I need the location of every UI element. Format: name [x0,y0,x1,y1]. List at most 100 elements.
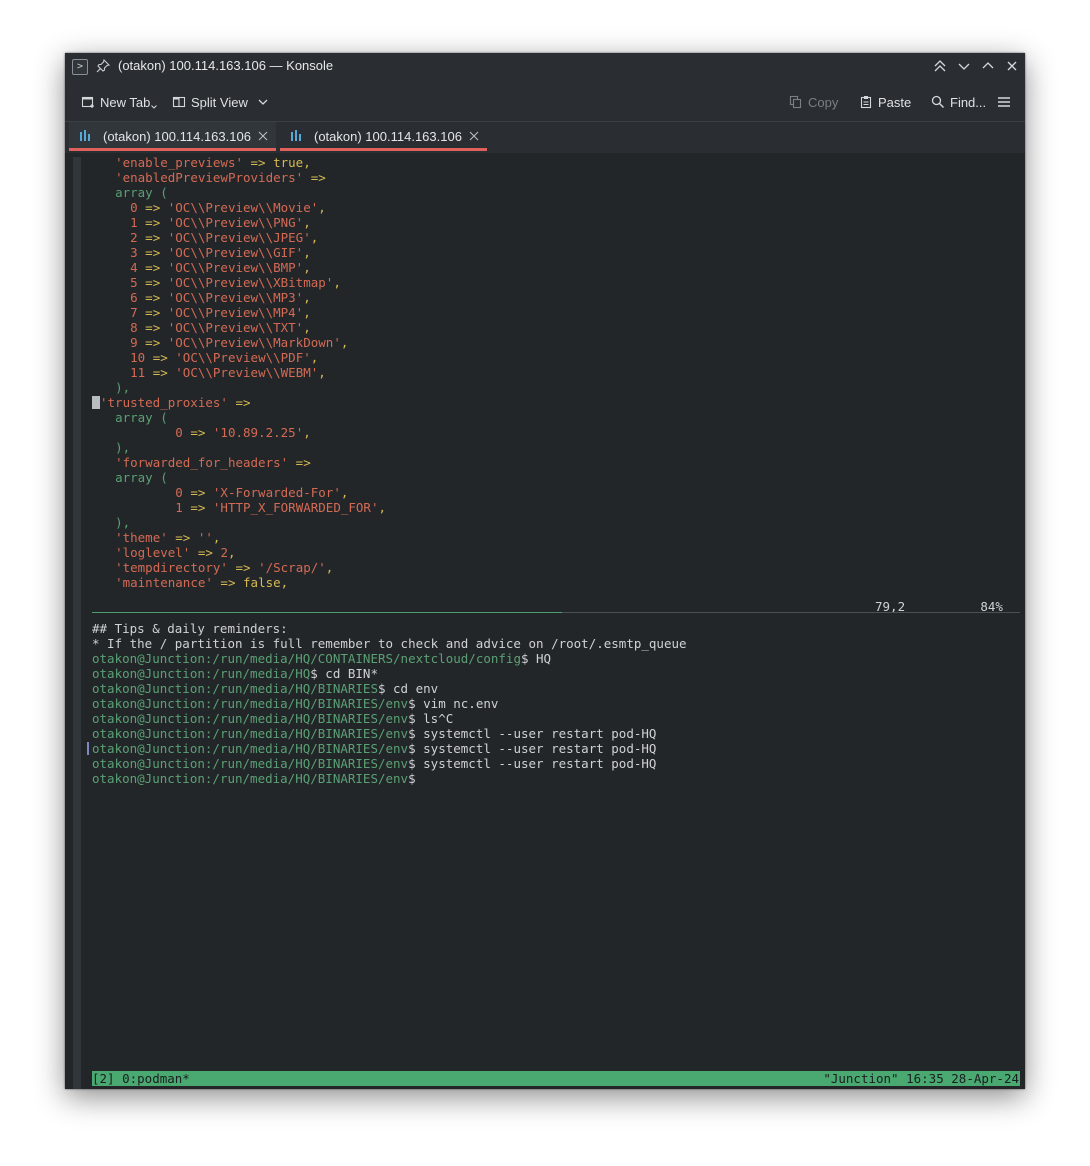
vim-token: 'maintenance' [115,575,213,590]
shell-command-line: otakon@Junction:/run/media/HQ/BINARIES/e… [92,741,656,756]
tab-bar: (otakon) 100.114.163.106 (otakon) 100.11… [65,121,1025,154]
tmux-status-bar: [2] 0:podman* "Junction" 16:35 28-Apr-24 [92,1071,1020,1086]
vim-token: false [243,575,281,590]
find-label: Find... [950,94,987,110]
vim-line: ), [100,515,130,530]
paste-button[interactable]: Paste [859,93,911,111]
tab-session-2[interactable]: (otakon) 100.114.163.106 [280,122,487,151]
vim-token: => [182,500,213,515]
vim-token: => [137,200,168,215]
search-icon [931,95,944,108]
vim-token: , [303,260,311,275]
vim-token [100,335,130,350]
vim-line: ), [100,440,130,455]
vim-token: => [137,230,168,245]
vim-token: 7 [130,305,138,320]
tab-underline [280,148,487,151]
konsole-window: > (otakon) 100.114.163.106 — Konsole New… [65,53,1025,1089]
vim-token: 'HTTP_X_FORWARDED_FOR' [212,500,379,515]
vim-token: => [212,575,244,590]
tmux-window-list[interactable]: [2] 0:podman* [92,1071,190,1086]
vim-token: 2 [220,545,228,560]
split-view-button[interactable]: Split View [172,93,269,111]
vim-token [100,500,175,515]
vim-token [100,170,115,185]
toolbar: New Tab Split View Copy Paste Find... [65,81,1025,121]
vim-token: 0 [175,425,183,440]
vim-token [100,200,130,215]
prompt-path: :/run/media/HQ/BINARIES/env [204,711,409,726]
terminal-view[interactable]: 'enable_previews' => true, 'enabledPrevi… [65,153,1025,1089]
shell-command-line: otakon@Junction:/run/media/HQ/BINARIES$ … [92,681,438,696]
vim-token: 'trusted_proxies' [100,395,228,410]
vim-token: '/Scrap/' [258,560,326,575]
vim-token: => [288,455,311,470]
vim-token: => [167,530,198,545]
vim-token [100,215,130,230]
vim-token: 'OC\\Preview\\Movie' [167,200,319,215]
vim-token: 3 [130,245,138,260]
vim-token: '10.89.2.25' [212,425,304,440]
vim-token [100,545,115,560]
prompt-path: :/run/media/HQ/CONTAINERS/nextcloud/conf… [204,651,521,666]
vim-token: 'OC\\Preview\\WEBM' [175,365,319,380]
vim-token: '' [197,530,213,545]
vim-token: => [182,485,213,500]
tab-label: (otakon) 100.114.163.106 [314,129,462,144]
close-window-icon[interactable] [1005,59,1019,73]
vim-token: => [227,560,259,575]
vim-token: , [303,155,311,170]
find-button[interactable]: Find... [931,93,986,111]
vim-token [100,530,115,545]
vim-line: 9 => 'OC\\Preview\\MarkDown', [100,335,348,350]
prompt-user: otakon@Junction [92,681,205,696]
vim-token [100,185,115,200]
prompt-cmd: $ systemctl --user restart pod-HQ [408,741,657,756]
pin-icon[interactable] [96,59,110,73]
vim-token: , [318,200,326,215]
minimize-icon[interactable] [957,59,971,73]
vim-token [100,320,130,335]
vim-token: array ( [115,410,168,425]
vim-token: 4 [130,260,138,275]
vim-token: => [243,155,274,170]
tab-session-1[interactable]: (otakon) 100.114.163.106 [69,122,276,151]
shell-command-line: otakon@Junction:/run/media/HQ/BINARIES/e… [92,756,656,771]
vim-token: 'OC\\Preview\\GIF' [167,245,304,260]
prompt-path: :/run/media/HQ/BINARIES/env [204,756,409,771]
vim-token: ), [115,440,131,455]
tips-line: * If the / partition is full remember to… [92,636,687,651]
vim-line: 10 => 'OC\\Preview\\PDF', [100,350,318,365]
vim-line: 11 => 'OC\\Preview\\WEBM', [100,365,326,380]
vim-token [100,350,130,365]
vim-line: 6 => 'OC\\Preview\\MP3', [100,290,311,305]
close-tab-icon[interactable] [258,131,268,141]
vim-token: , [303,245,311,260]
prompt-path: :/run/media/HQ [204,666,311,681]
copy-button[interactable]: Copy [789,93,838,111]
vim-token: true [273,155,304,170]
vim-token: 9 [130,335,138,350]
vim-token: , [325,560,334,575]
vim-line: 2 => 'OC\\Preview\\JPEG', [100,230,318,245]
vim-token: , [303,305,311,320]
vim-token: , [318,365,326,380]
prompt-user: otakon@Junction [92,726,205,741]
close-tab-icon[interactable] [469,131,479,141]
new-tab-icon [81,96,94,108]
vim-token: 2 [130,230,138,245]
vim-token [100,365,130,380]
keep-above-icon[interactable] [933,59,947,73]
vim-token [100,485,175,500]
maximize-icon[interactable] [981,59,995,73]
vim-line: 'tempdirectory' => '/Scrap/', [100,560,333,575]
terminal-app-icon[interactable]: > [72,59,88,75]
vim-token: => [137,245,168,260]
vim-token: 5 [130,275,138,290]
vim-token: , [280,575,289,590]
vim-line: 'enabledPreviewProviders' => [100,170,326,185]
hamburger-menu-button[interactable] [997,93,1011,111]
prompt-cmd: $ [408,771,416,786]
prompt-user: otakon@Junction [92,696,205,711]
new-tab-button[interactable]: New Tab [81,93,158,111]
